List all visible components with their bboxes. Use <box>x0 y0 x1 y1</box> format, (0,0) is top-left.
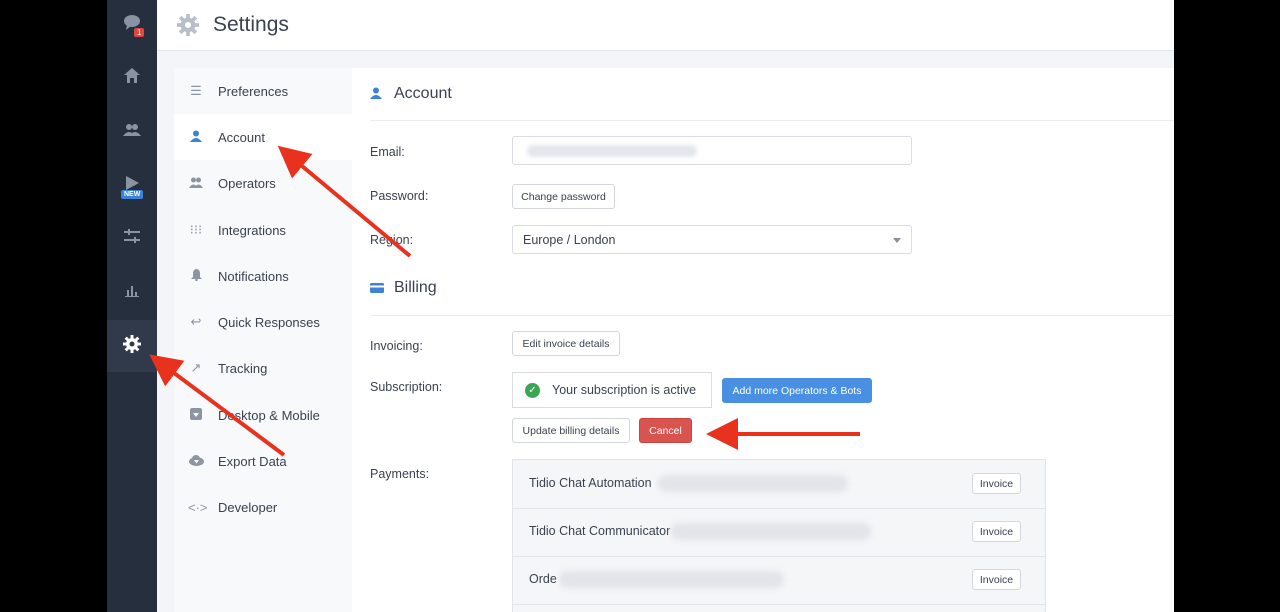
page-header: Settings <box>157 0 1174 51</box>
sliders-icon: ☰ <box>190 83 202 98</box>
redacted-email <box>527 145 697 157</box>
subscription-status: ✓ Your subscription is active <box>512 372 712 408</box>
rail-bots[interactable] <box>107 160 157 208</box>
nav-item-integrations[interactable]: ⁝⁝⁝ Integrations <box>174 207 352 253</box>
subscription-label: Subscription: <box>370 380 443 394</box>
check-circle-icon: ✓ <box>525 382 540 398</box>
rail-chat[interactable]: 1 <box>107 0 157 48</box>
invoice-button[interactable]: Invoice <box>972 473 1021 494</box>
users-icon <box>188 176 204 191</box>
unread-badge: 1 <box>134 28 145 37</box>
nav-item-label: Integrations <box>218 222 286 238</box>
nav-item-tracking[interactable]: ↗ Tracking <box>174 345 352 391</box>
payments-label: Payments: <box>370 467 430 481</box>
divider <box>370 120 1174 121</box>
nav-item-notifications[interactable]: Notifications <box>174 253 352 299</box>
nav-item-label: Quick Responses <box>218 314 320 330</box>
region-value: Europe / London <box>523 233 616 247</box>
add-operators-button[interactable]: Add more Operators & Bots <box>722 378 872 403</box>
nav-item-label: Export Data <box>218 453 287 469</box>
nav-item-label: Operators <box>218 175 276 191</box>
nav-item-label: Developer <box>218 499 278 515</box>
bar-chart-icon <box>125 281 139 302</box>
nav-item-label: Tracking <box>218 360 268 376</box>
nav-item-label: Preferences <box>218 83 289 99</box>
grid-icon: ⁝⁝⁝ <box>189 222 203 237</box>
sliders-icon <box>124 227 140 248</box>
email-field[interactable] <box>512 136 912 165</box>
settings-content: Account Email: Password: Change password… <box>352 68 1174 612</box>
app-frame: 1 NEW Settings ☰ Preferences Account Ope… <box>107 0 1174 612</box>
cancel-subscription-button[interactable]: Cancel <box>639 418 692 443</box>
update-billing-button[interactable]: Update billing details <box>512 418 630 443</box>
gear-icon <box>177 14 199 36</box>
new-badge: NEW <box>121 190 144 199</box>
invoice-button[interactable]: Invoice <box>972 569 1021 590</box>
chevron-down-icon <box>893 238 901 243</box>
invoicing-label: Invoicing: <box>370 339 423 353</box>
nav-item-quick-responses[interactable]: ↩ Quick Responses <box>174 299 352 345</box>
trend-icon: ↗ <box>190 360 202 375</box>
nav-item-preferences[interactable]: ☰ Preferences <box>174 68 352 114</box>
payments-table: Tidio Chat Automation Invoice Tidio Chat… <box>512 459 1046 612</box>
reply-icon: ↩ <box>190 314 202 329</box>
table-row: Tidio Chat Automation Invoice <box>513 460 1045 509</box>
nav-item-account[interactable]: Account <box>174 114 352 160</box>
password-label: Password: <box>370 189 429 203</box>
email-label: Email: <box>370 145 405 159</box>
divider <box>370 315 1174 316</box>
account-section-title: Account <box>370 85 452 103</box>
user-icon <box>188 130 204 145</box>
redacted-details <box>671 523 871 540</box>
rail-home[interactable] <box>107 53 157 101</box>
redacted-details <box>559 571 784 588</box>
invoice-button[interactable]: Invoice <box>972 521 1021 542</box>
rail-analytics[interactable] <box>107 267 157 315</box>
nav-item-developer[interactable]: <·> Developer <box>174 484 352 530</box>
settings-nav: ☰ Preferences Account Operators ⁝⁝⁝ Inte… <box>174 68 352 612</box>
region-label: Region: <box>370 233 414 247</box>
user-icon <box>370 86 384 102</box>
icon-rail: 1 NEW <box>107 0 157 612</box>
users-icon <box>123 120 141 141</box>
nav-item-operators[interactable]: Operators <box>174 160 352 206</box>
nav-item-label: Desktop & Mobile <box>218 407 320 423</box>
rail-automation[interactable] <box>107 213 157 261</box>
nav-item-label: Notifications <box>218 268 289 284</box>
cloud-download-icon <box>188 454 204 469</box>
edit-invoice-button[interactable]: Edit invoice details <box>512 331 620 356</box>
bell-icon <box>188 268 204 284</box>
region-select[interactable]: Europe / London <box>512 225 912 254</box>
nav-item-desktop-mobile[interactable]: Desktop & Mobile <box>174 392 352 438</box>
page-title: Settings <box>213 13 289 36</box>
billing-section-title: Billing <box>370 279 437 297</box>
code-icon: <·> <box>188 499 208 515</box>
table-row: Orde Invoice <box>513 556 1045 605</box>
nav-item-label: Account <box>218 129 265 145</box>
rail-visitors[interactable] <box>107 106 157 154</box>
gear-icon <box>123 334 141 358</box>
download-icon <box>188 407 204 423</box>
rail-settings[interactable] <box>107 320 157 372</box>
redacted-details <box>658 475 848 492</box>
change-password-button[interactable]: Change password <box>512 184 615 209</box>
table-row: Tidio Chat Communicator Invoice <box>513 508 1045 557</box>
credit-card-icon <box>370 280 384 296</box>
nav-item-export-data[interactable]: Export Data <box>174 438 352 484</box>
home-icon <box>124 67 140 88</box>
